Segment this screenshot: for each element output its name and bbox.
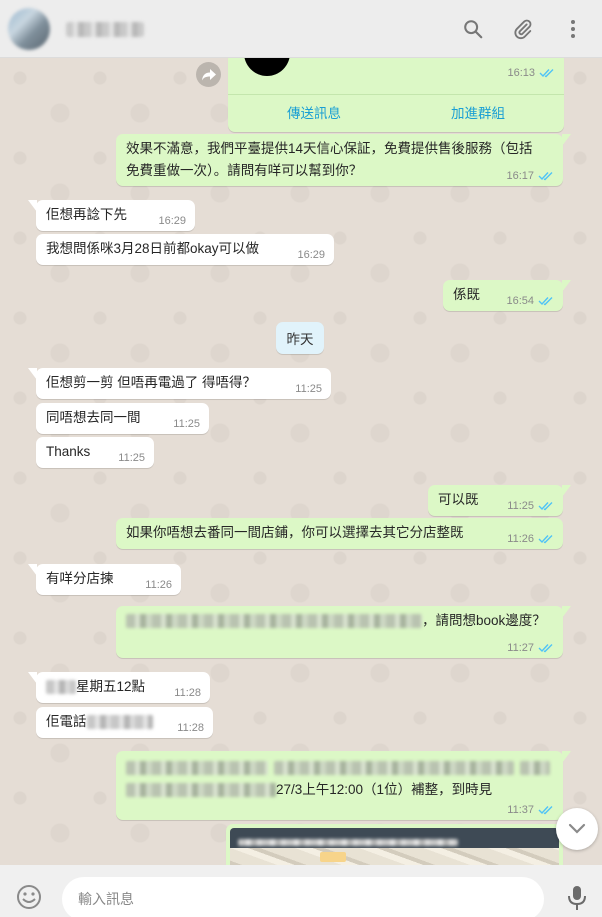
read-ticks-icon — [539, 68, 555, 78]
contact-card-avatar — [244, 58, 290, 76]
message-text-visible: 佢電話 — [46, 714, 87, 729]
message-text: 佢想剪一剪 但唔再電過了 得唔得？ — [46, 375, 257, 390]
contact-avatar[interactable] — [8, 8, 50, 50]
message-in[interactable]: Thanks 11:25 — [36, 437, 154, 468]
read-ticks-icon — [538, 296, 554, 306]
redacted-text — [274, 761, 514, 776]
message-meta: 16:29 — [297, 248, 325, 262]
emoji-icon[interactable] — [16, 884, 42, 910]
message-text-visible: 星期五12點 — [76, 679, 146, 694]
read-ticks-icon — [538, 805, 554, 815]
redacted-text — [126, 783, 276, 798]
contact-card-message: 16:13 — [228, 58, 564, 132]
redacted-text — [238, 838, 458, 846]
message-time: 11:28 — [177, 722, 204, 734]
microphone-icon[interactable] — [566, 885, 588, 911]
message-text: 27/3上午12:00（1位）補整，到時見 — [126, 779, 553, 801]
message-out[interactable]: ，請問想book邊度？ 11:27 — [116, 606, 571, 658]
message-time: 11:26 — [507, 533, 534, 545]
chat-header — [0, 0, 602, 58]
message-time: 16:54 — [506, 295, 534, 307]
message-meta: 16:29 — [158, 214, 186, 228]
message-time: 11:25 — [295, 383, 322, 395]
message-meta: 11:28 — [174, 686, 201, 700]
image-message[interactable] — [226, 824, 563, 865]
message-time: 11:25 — [173, 418, 200, 430]
message-in[interactable]: 有咩分店揀 11:26 — [28, 564, 181, 595]
message-meta: 11:28 — [177, 721, 204, 735]
message-input[interactable]: 輸入訊息 — [62, 877, 544, 917]
chevron-down-icon — [568, 823, 586, 834]
message-meta: 11:27 — [507, 641, 554, 655]
message-time: 16:17 — [506, 170, 534, 182]
menu-icon[interactable] — [559, 15, 587, 43]
message-time: 11:37 — [507, 804, 534, 816]
message-meta: 11:37 — [507, 803, 554, 817]
contact-name[interactable] — [66, 22, 144, 37]
message-time: 11:25 — [118, 452, 145, 464]
message-time: 11:26 — [145, 579, 172, 591]
message-out[interactable]: 效果不滿意，我們平臺提供14天信心保証，免費提供售後服務（包括 免費重做一次）。… — [116, 134, 571, 186]
message-time: 11:28 — [174, 687, 201, 699]
message-text-visible: 27/3上午12:00（1位）補整，到時見 — [276, 782, 493, 797]
chat-area[interactable]: 16:13 傳送訊息 加進群組 效果不滿意，我們平臺提供14天信心保証，免費提供… — [0, 58, 602, 865]
message-text: 如果你唔想去番同一間店鋪，你可以選擇去其它分店整既 — [126, 525, 464, 540]
message-out[interactable]: 如果你唔想去番同一間店鋪，你可以選擇去其它分店整既 11:26 — [116, 518, 563, 549]
map-road-highlight — [320, 852, 346, 862]
message-in[interactable]: 佢電話 11:28 — [36, 707, 213, 738]
message-text: 效果不滿意，我們平臺提供14天信心保証，免費提供售後服務（包括 — [126, 141, 533, 156]
message-time: 11:25 — [507, 500, 534, 512]
message-text: 我想問係咪3月28日前都okay可以做 — [46, 241, 260, 256]
message-time: 16:13 — [507, 67, 535, 79]
card-divider — [228, 94, 564, 95]
message-text: ，請問想book邊度？ — [126, 610, 553, 632]
redacted-text — [126, 761, 268, 776]
message-meta: 11:25 — [507, 499, 554, 513]
message-text-visible: ，請問想book邊度？ — [422, 613, 546, 628]
join-group-button[interactable]: 加進群組 — [451, 102, 505, 122]
message-meta: 11:26 — [145, 578, 172, 592]
redacted-text — [46, 680, 76, 695]
redacted-text — [126, 614, 422, 629]
message-time: 16:29 — [297, 249, 325, 261]
redacted-text — [86, 715, 153, 730]
message-meta: 16:54 — [506, 294, 554, 308]
message-meta: 16:17 — [506, 169, 554, 183]
message-meta: 11:26 — [507, 532, 554, 546]
message-out[interactable]: 可以既 11:25 — [428, 485, 571, 516]
search-icon[interactable] — [459, 15, 487, 43]
read-ticks-icon — [538, 171, 554, 181]
message-meta: 16:13 — [507, 66, 555, 80]
send-message-button[interactable]: 傳送訊息 — [287, 102, 341, 122]
read-ticks-icon — [538, 534, 554, 544]
message-in[interactable]: 佢想剪一剪 但唔再電過了 得唔得？ 11:25 — [28, 368, 331, 399]
message-text — [126, 755, 553, 779]
message-meta: 11:25 — [295, 382, 322, 396]
read-ticks-icon — [538, 501, 554, 511]
message-time: 16:29 — [158, 215, 186, 227]
redacted-text — [520, 761, 550, 776]
scroll-down-button[interactable] — [556, 808, 598, 850]
message-in[interactable]: 佢想再諗下先 16:29 — [28, 200, 195, 231]
map-streets — [230, 848, 559, 865]
forward-icon[interactable] — [196, 62, 221, 87]
composer-bar: 輸入訊息 — [0, 865, 602, 917]
date-divider: 昨天 — [276, 322, 324, 354]
message-out[interactable]: 係既 16:54 — [443, 280, 571, 311]
message-out[interactable]: 27/3上午12:00（1位）補整，到時見 11:37 — [116, 751, 571, 820]
map-caption — [230, 835, 234, 845]
message-meta: 11:25 — [118, 451, 145, 465]
read-ticks-icon — [538, 643, 554, 653]
map-caption-bar — [230, 828, 559, 848]
message-time: 11:27 — [507, 642, 534, 654]
message-in[interactable]: 星期五12點 11:28 — [28, 672, 210, 703]
message-in[interactable]: 我想問係咪3月28日前都okay可以做 16:29 — [36, 234, 334, 265]
message-text: 免費重做一次）。請問有咩可以幫到你？ — [126, 163, 363, 178]
map-image[interactable] — [230, 828, 559, 865]
message-meta: 11:25 — [173, 417, 200, 431]
attach-icon[interactable] — [509, 15, 537, 43]
message-in[interactable]: 同唔想去同一間 11:25 — [36, 403, 209, 434]
